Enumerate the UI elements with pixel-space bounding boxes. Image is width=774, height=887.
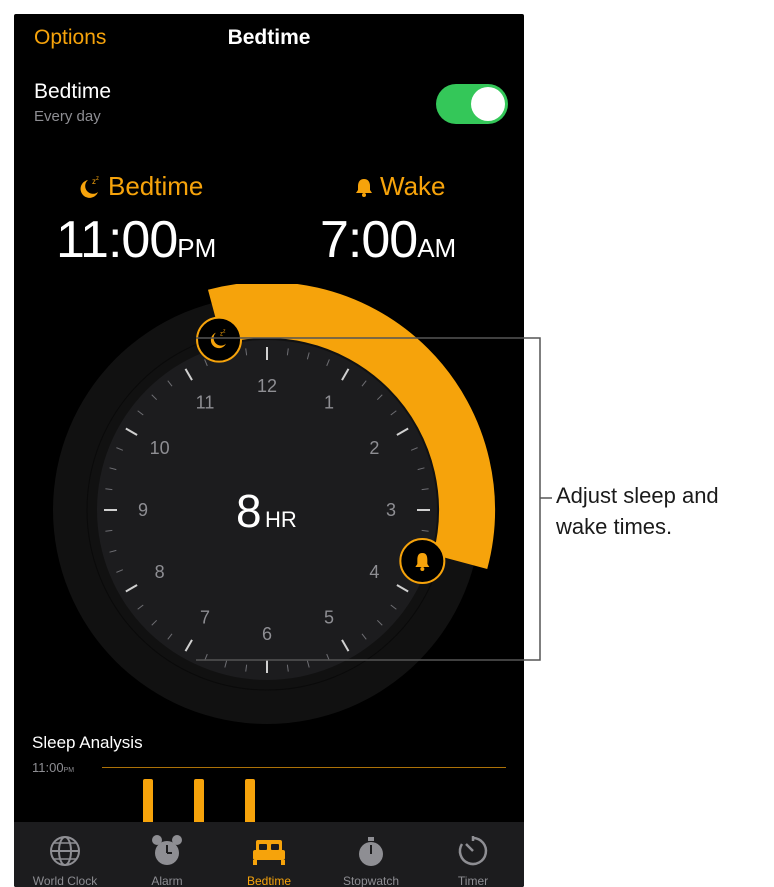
callout-text: Adjust sleep and wake times. bbox=[556, 483, 719, 539]
callout-bracket bbox=[196, 337, 552, 661]
